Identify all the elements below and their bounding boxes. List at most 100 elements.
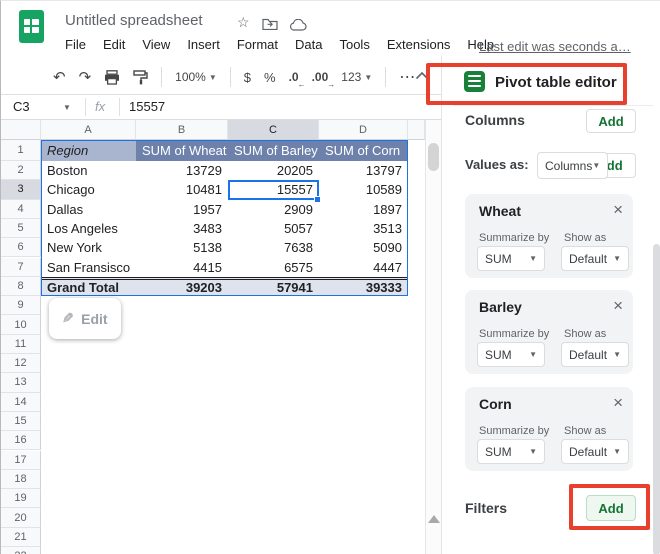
paint-format-icon[interactable]: [133, 70, 148, 85]
row-number-6[interactable]: 6: [1, 238, 41, 257]
row-number-4[interactable]: 4: [1, 200, 41, 219]
last-edit-link[interactable]: Last edit was seconds a…: [479, 39, 631, 54]
scroll-up-arrow-icon[interactable]: [428, 515, 440, 523]
grand-total-cell[interactable]: Grand Total: [41, 277, 136, 296]
pivot-header-cell[interactable]: SUM of Barley: [228, 140, 319, 161]
pivot-header-cell[interactable]: SUM of Corn: [319, 140, 408, 161]
collapse-toolbar-icon[interactable]: [415, 67, 429, 85]
row-number-22[interactable]: 22: [1, 547, 41, 554]
undo-icon[interactable]: ↶: [53, 68, 66, 86]
summarize-by-dropdown[interactable]: SUM▼: [477, 439, 545, 464]
menu-item-file[interactable]: File: [65, 37, 86, 52]
more-tools-icon[interactable]: ⋯: [399, 67, 415, 87]
decrease-decimals-icon[interactable]: .0←: [289, 70, 299, 84]
move-folder-icon[interactable]: [262, 17, 278, 35]
column-header-b[interactable]: B: [136, 120, 228, 140]
row-number-19[interactable]: 19: [1, 489, 41, 508]
increase-decimals-icon[interactable]: .00→: [312, 70, 329, 84]
row-number-11[interactable]: 11: [1, 335, 41, 354]
pivot-edit-button[interactable]: ✎ Edit: [49, 298, 121, 339]
cell[interactable]: 13797: [319, 161, 408, 180]
cell[interactable]: Boston: [41, 161, 136, 180]
cell[interactable]: 5090: [319, 238, 408, 257]
summarize-by-dropdown[interactable]: SUM▼: [477, 342, 545, 367]
summarize-by-dropdown[interactable]: SUM▼: [477, 246, 545, 271]
cell[interactable]: Chicago: [41, 180, 136, 199]
cell[interactable]: 13729: [136, 161, 228, 180]
name-box-caret-icon[interactable]: ▼: [63, 103, 71, 112]
columns-add-button[interactable]: Add: [586, 109, 636, 133]
cell[interactable]: 10481: [136, 180, 228, 199]
values-as-dropdown[interactable]: Columns▼: [537, 152, 608, 179]
row-number-20[interactable]: 20: [1, 508, 41, 527]
row-number-13[interactable]: 13: [1, 373, 41, 392]
filters-add-button[interactable]: Add: [586, 495, 636, 521]
cell[interactable]: 4447: [319, 258, 408, 277]
number-format-select[interactable]: 123▼: [341, 70, 372, 84]
fill-handle[interactable]: [314, 196, 321, 203]
currency-format-icon[interactable]: $: [244, 70, 251, 85]
cell[interactable]: San Fransisco: [41, 258, 136, 277]
pivot-header-cell[interactable]: Region: [41, 140, 136, 161]
cell[interactable]: Los Angeles: [41, 219, 136, 238]
grand-total-cell[interactable]: 39333: [319, 277, 408, 296]
cell[interactable]: 3513: [319, 219, 408, 238]
row-number-18[interactable]: 18: [1, 470, 41, 489]
show-as-dropdown[interactable]: Default▼: [561, 342, 629, 367]
grid-vertical-scrollbar[interactable]: [425, 120, 441, 554]
cell[interactable]: Dallas: [41, 200, 136, 219]
menu-item-data[interactable]: Data: [295, 37, 322, 52]
print-icon[interactable]: [104, 70, 120, 85]
cloud-status-icon[interactable]: [289, 18, 307, 36]
document-title[interactable]: Untitled spreadsheet: [65, 12, 203, 29]
row-number-10[interactable]: 10: [1, 315, 41, 334]
cell[interactable]: 1957: [136, 200, 228, 219]
grand-total-cell[interactable]: 39203: [136, 277, 228, 296]
close-icon[interactable]: ×: [613, 200, 623, 220]
close-icon[interactable]: ×: [613, 393, 623, 413]
cell[interactable]: 7638: [228, 238, 319, 257]
cell[interactable]: 4415: [136, 258, 228, 277]
cell[interactable]: 10589: [319, 180, 408, 199]
row-number-3[interactable]: 3: [1, 180, 41, 199]
menu-item-tools[interactable]: Tools: [339, 37, 369, 52]
column-header-d[interactable]: D: [319, 120, 408, 140]
row-number-7[interactable]: 7: [1, 258, 41, 277]
row-number-15[interactable]: 15: [1, 412, 41, 431]
column-header-a[interactable]: A: [41, 120, 136, 140]
cell[interactable]: 2909: [228, 200, 319, 219]
column-header-c[interactable]: C: [228, 120, 319, 140]
menu-item-edit[interactable]: Edit: [103, 37, 125, 52]
cell[interactable]: 5138: [136, 238, 228, 257]
row-number-21[interactable]: 21: [1, 528, 41, 547]
row-number-12[interactable]: 12: [1, 354, 41, 373]
show-as-dropdown[interactable]: Default▼: [561, 439, 629, 464]
cell[interactable]: 20205: [228, 161, 319, 180]
row-number-8[interactable]: 8: [1, 277, 41, 296]
cell[interactable]: 3483: [136, 219, 228, 238]
grid-scrollbar-thumb[interactable]: [428, 143, 439, 171]
panel-scrollbar-thumb[interactable]: [653, 244, 660, 554]
select-all-corner[interactable]: [1, 120, 41, 140]
zoom-select[interactable]: 100%▼: [175, 70, 217, 84]
menu-item-format[interactable]: Format: [237, 37, 278, 52]
grand-total-cell[interactable]: 57941: [228, 277, 319, 296]
close-icon[interactable]: ×: [613, 296, 623, 316]
cell[interactable]: 5057: [228, 219, 319, 238]
menu-item-insert[interactable]: Insert: [187, 37, 220, 52]
cell[interactable]: 6575: [228, 258, 319, 277]
row-number-16[interactable]: 16: [1, 431, 41, 450]
menu-item-view[interactable]: View: [142, 37, 170, 52]
formula-input[interactable]: 15557: [129, 99, 165, 114]
name-box[interactable]: C3: [13, 99, 30, 114]
star-icon[interactable]: ☆: [237, 14, 250, 31]
row-number-9[interactable]: 9: [1, 296, 41, 315]
row-number-2[interactable]: 2: [1, 161, 41, 180]
row-number-17[interactable]: 17: [1, 451, 41, 470]
cell[interactable]: 1897: [319, 200, 408, 219]
pivot-header-cell[interactable]: SUM of Wheat: [136, 140, 228, 161]
redo-icon[interactable]: ↷: [79, 68, 92, 86]
row-number-1[interactable]: 1: [1, 140, 41, 161]
row-number-14[interactable]: 14: [1, 393, 41, 412]
cell[interactable]: New York: [41, 238, 136, 257]
